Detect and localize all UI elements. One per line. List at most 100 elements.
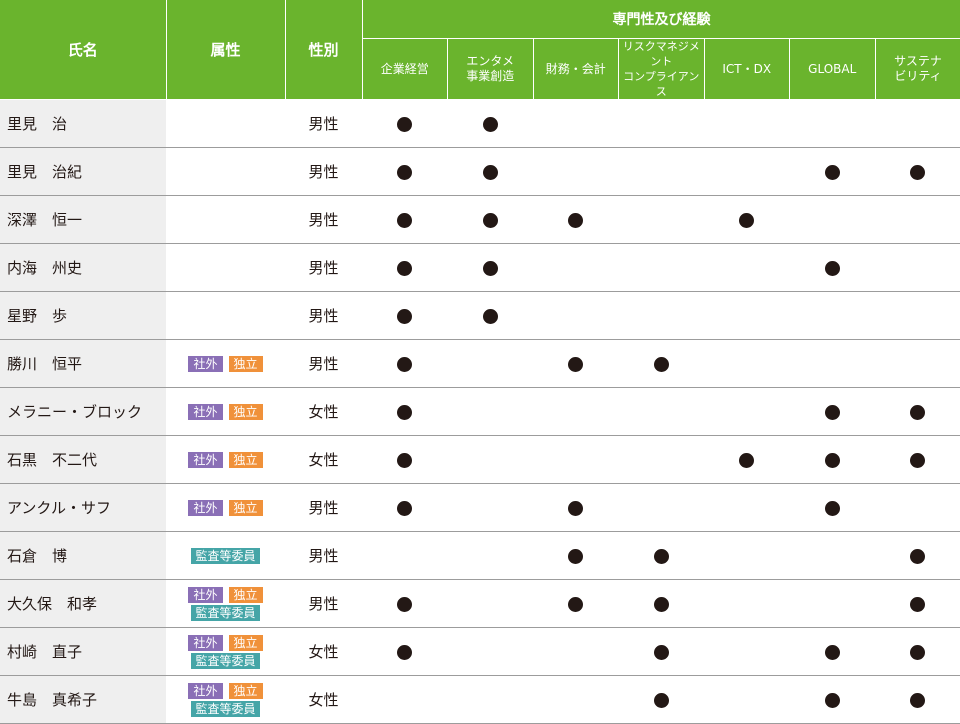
- table-row: 勝川 恒平 社外 独立 男性: [0, 339, 960, 388]
- director-name: 内海 州史: [0, 243, 166, 292]
- table-row: 内海 州史 男性: [0, 243, 960, 292]
- table-row: メラニー・ブロック 社外 独立 女性: [0, 387, 960, 436]
- attribute-cell: 社外 独立: [166, 387, 285, 436]
- skill-dot-icon: [397, 308, 413, 324]
- skill-dot-icon: [910, 692, 926, 708]
- skill-dot-icon: [397, 260, 413, 276]
- skill-cell: [789, 675, 875, 724]
- gender-cell: 男性: [285, 579, 362, 628]
- outside-director-badge: 社外: [188, 586, 223, 603]
- skill-cell: [789, 195, 875, 244]
- skill-dot-icon: [824, 260, 840, 276]
- header-skill-3: リスクマネジメント コンプライアンス: [618, 38, 705, 100]
- skill-cell: [618, 435, 704, 484]
- skill-cell: [789, 483, 875, 532]
- skill-cell: [533, 99, 619, 148]
- header-skill-0: 企業経営: [362, 38, 448, 100]
- attribute-cell: [166, 147, 285, 196]
- table-row: 深澤 恒一 男性: [0, 195, 960, 244]
- table-row: 里見 治 男性: [0, 99, 960, 148]
- table-row: 村崎 直子 社外 独立 監査等委員 女性: [0, 627, 960, 676]
- skill-dot-icon: [482, 260, 498, 276]
- skill-dot-icon: [482, 116, 498, 132]
- audit-committee-badge: 監査等委員: [191, 547, 260, 564]
- skill-cell: [618, 675, 704, 724]
- skill-cell: [362, 291, 448, 340]
- audit-committee-badge: 監査等委員: [191, 700, 260, 717]
- skill-cell: [362, 435, 448, 484]
- skill-cell: [533, 243, 619, 292]
- skill-cell: [875, 435, 960, 484]
- skill-cell: [875, 195, 960, 244]
- skill-cell: [447, 291, 533, 340]
- table-row: 牛島 真希子 社外 独立 監査等委員 女性: [0, 675, 960, 724]
- skill-cell: [618, 627, 704, 676]
- header-skill-2: 財務・会計: [533, 38, 619, 100]
- skill-cell: [618, 483, 704, 532]
- skill-dot-icon: [739, 452, 755, 468]
- skill-cell: [875, 627, 960, 676]
- badge-row: 社外 独立: [188, 586, 263, 603]
- skill-cell: [789, 435, 875, 484]
- gender-cell: 男性: [285, 291, 362, 340]
- skill-cell: [362, 195, 448, 244]
- skill-dot-icon: [482, 308, 498, 324]
- skill-dot-icon: [910, 164, 926, 180]
- skill-dot-icon: [568, 356, 584, 372]
- attribute-cell: 社外 独立 監査等委員: [166, 627, 285, 676]
- table-row: 石黒 不二代 社外 独立 女性: [0, 435, 960, 484]
- gender-cell: 男性: [285, 531, 362, 580]
- skill-cell: [875, 531, 960, 580]
- skill-cell: [618, 291, 704, 340]
- skill-cell: [875, 243, 960, 292]
- independent-director-badge: 独立: [228, 355, 263, 372]
- skills-matrix-table: 氏名 属性 性別 専門性及び経験 企業経営 エンタメ 事業創造 財務・会計 リスクマネジ…: [0, 0, 960, 724]
- skill-dot-icon: [397, 452, 413, 468]
- skill-cell: [704, 99, 790, 148]
- skill-cell: [447, 675, 533, 724]
- attribute-badges: 社外 独立: [166, 499, 285, 516]
- skill-cell: [362, 531, 448, 580]
- table-row: 石倉 博 監査等委員 男性: [0, 531, 960, 580]
- skill-cell: [789, 147, 875, 196]
- skill-cell: [533, 483, 619, 532]
- director-name: 里見 治: [0, 99, 166, 148]
- header-skill-line2: コンプライアンス: [623, 70, 700, 98]
- skill-cell: [704, 531, 790, 580]
- gender-cell: 男性: [285, 339, 362, 388]
- badge-row: 社外 独立: [188, 634, 263, 651]
- header-skill-line1: 財務・会計: [545, 61, 606, 76]
- attribute-badges: 社外 独立 監査等委員: [166, 634, 285, 669]
- skill-cell: [362, 387, 448, 436]
- outside-director-badge: 社外: [188, 451, 223, 468]
- badge-row: 監査等委員: [191, 700, 260, 717]
- outside-director-badge: 社外: [188, 403, 223, 420]
- outside-director-badge: 社外: [188, 634, 223, 651]
- skill-dot-icon: [653, 548, 669, 564]
- director-name: メラニー・ブロック: [0, 387, 166, 436]
- header-skill-line1: GLOBAL: [808, 61, 857, 76]
- skill-cell: [362, 579, 448, 628]
- skill-dot-icon: [653, 596, 669, 612]
- skill-cell: [618, 147, 704, 196]
- independent-director-badge: 独立: [228, 586, 263, 603]
- skill-dot-icon: [824, 404, 840, 420]
- table-header: 氏名 属性 性別 専門性及び経験 企業経営 エンタメ 事業創造 財務・会計 リスクマネジ…: [0, 0, 960, 100]
- skill-dot-icon: [824, 500, 840, 516]
- skill-dot-icon: [910, 596, 926, 612]
- table-row: アンクル・サフ 社外 独立 男性: [0, 483, 960, 532]
- header-gender: 性別: [285, 0, 363, 100]
- skill-cell: [447, 483, 533, 532]
- skill-dot-icon: [739, 212, 755, 228]
- independent-director-badge: 独立: [228, 682, 263, 699]
- skill-cell: [875, 147, 960, 196]
- skill-cell: [875, 339, 960, 388]
- skill-cell: [533, 195, 619, 244]
- header-skill-line2: 事業創造: [466, 69, 515, 83]
- attribute-badges: 社外 独立 監査等委員: [166, 682, 285, 717]
- gender-cell: 女性: [285, 627, 362, 676]
- skill-cell: [447, 531, 533, 580]
- badge-row: 社外 独立: [188, 403, 263, 420]
- skill-cell: [447, 579, 533, 628]
- skill-cell: [362, 147, 448, 196]
